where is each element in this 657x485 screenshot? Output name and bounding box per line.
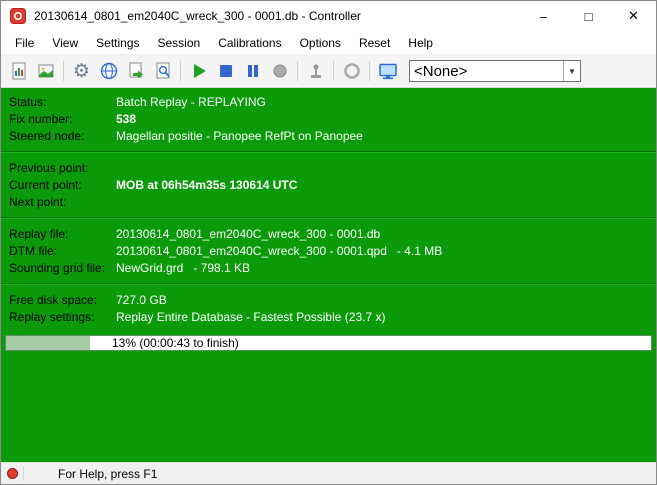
stop-button[interactable] [212,58,239,84]
minimize-button[interactable]: – [521,1,566,31]
replay-file-row: Replay file: 20130614_0801_em2040C_wreck… [1,226,656,243]
record-icon [270,61,290,81]
toolbar-separator [180,61,181,81]
row-label: Sounding grid file: [9,261,116,276]
menu-file[interactable]: File [6,32,43,54]
row-label: Free disk space: [9,293,116,308]
row-label: DTM file: [9,244,116,259]
menu-help[interactable]: Help [399,32,442,54]
current-point-row: Current point: MOB at 06h54m35s 130614 U… [1,177,656,194]
next-point-row: Next point: [1,194,656,211]
navigation-globe-button[interactable] [338,58,365,84]
pause-icon [243,61,263,81]
play-button[interactable] [185,58,212,84]
maximize-button[interactable]: □ [566,1,611,31]
row-label: Previous point: [9,161,116,176]
row-label: Replay settings: [9,310,116,325]
titlebar: 20130614_0801_em2040C_wreck_300 - 0001.d… [1,1,656,31]
monitor-button[interactable] [374,58,401,84]
record-button[interactable] [266,58,293,84]
progress-text: 13% (00:00:43 to finish) [112,337,239,350]
recording-indicator-icon [7,468,18,479]
menu-calibrations[interactable]: Calibrations [209,32,290,54]
chevron-down-icon[interactable]: ▼ [563,61,580,81]
fix-number-row: Fix number: 538 [1,111,656,128]
joystick-button[interactable] [302,58,329,84]
close-button[interactable]: ✕ [611,1,656,31]
row-label: Replay file: [9,227,116,242]
toolbar-separator [333,61,334,81]
progress-fill [6,336,90,350]
status-panel: Status: Batch Replay - REPLAYING Fix num… [1,88,656,462]
row-label: Status: [9,95,116,110]
status-indicator-cell [1,468,23,479]
play-icon [189,61,209,81]
separator [1,151,656,153]
online-globe-icon [99,61,119,81]
menu-reset[interactable]: Reset [350,32,399,54]
menu-settings[interactable]: Settings [87,32,148,54]
row-value: MOB at 06h54m35s 130614 UTC [116,178,297,193]
row-value: 20130614_0801_em2040C_wreck_300 - 0001.q… [116,244,442,259]
separator [1,283,656,285]
menu-session[interactable]: Session [149,32,210,54]
session-report-icon [9,61,29,81]
app-icon [10,8,26,24]
row-value: Batch Replay - REPLAYING [116,95,266,110]
menu-view[interactable]: View [43,32,87,54]
row-label: Next point: [9,195,116,210]
sounding-grid-file-row: Sounding grid file: NewGrid.grd - 798.1 … [1,260,656,277]
pause-button[interactable] [239,58,266,84]
row-value: 20130614_0801_em2040C_wreck_300 - 0001.d… [116,227,380,242]
toolbar-separator [63,61,64,81]
online-button[interactable] [95,58,122,84]
replay-progress-bar: 13% (00:00:43 to finish) [5,335,652,351]
toolbar-separator [297,61,298,81]
joystick-icon [306,61,326,81]
display-dropdown-value: <None> [410,63,563,80]
free-disk-space-row: Free disk space: 727.0 GB [1,292,656,309]
settings-gear-icon: ⚙ [73,62,90,81]
display-layout-icon [36,61,56,81]
statusbar-help-text: For Help, press F1 [24,467,157,481]
row-label: Current point: [9,178,116,193]
separator [1,217,656,219]
monitor-icon [378,61,398,81]
previous-point-row: Previous point: [1,160,656,177]
statusbar: For Help, press F1 [1,462,656,484]
steered-node-row: Steered node: Magellan positie - Panopee… [1,128,656,145]
row-value: 538 [116,112,136,127]
display-dropdown[interactable]: <None> ▼ [409,60,581,82]
replay-info-group: Free disk space: 727.0 GB Replay setting… [1,286,656,331]
files-group: Replay file: 20130614_0801_em2040C_wreck… [1,220,656,282]
row-value: Magellan positie - Panopee RefPt on Pano… [116,129,363,144]
navigation-globe-icon [342,61,362,81]
database-search-icon [153,61,173,81]
display-layout-button[interactable] [32,58,59,84]
window-title: 20130614_0801_em2040C_wreck_300 - 0001.d… [34,9,521,23]
replay-export-button[interactable] [122,58,149,84]
row-label: Steered node: [9,129,116,144]
toolbar-separator [369,61,370,81]
row-value: NewGrid.grd - 798.1 KB [116,261,250,276]
replay-settings-row: Replay settings: Replay Entire Database … [1,309,656,326]
toolbar: ⚙ [1,55,656,88]
row-value: 727.0 GB [116,293,167,308]
status-group: Status: Batch Replay - REPLAYING Fix num… [1,88,656,150]
row-value: Replay Entire Database - Fastest Possibl… [116,310,385,325]
menubar: File View Settings Session Calibrations … [1,31,656,55]
menu-options[interactable]: Options [291,32,350,54]
controller-window: 20130614_0801_em2040C_wreck_300 - 0001.d… [0,0,657,485]
row-label: Fix number: [9,112,116,127]
status-row: Status: Batch Replay - REPLAYING [1,94,656,111]
database-search-button[interactable] [149,58,176,84]
dtm-file-row: DTM file: 20130614_0801_em2040C_wreck_30… [1,243,656,260]
session-report-button[interactable] [5,58,32,84]
settings-button[interactable]: ⚙ [68,58,95,84]
replay-export-icon [126,61,146,81]
points-group: Previous point: Current point: MOB at 06… [1,154,656,216]
stop-icon [216,61,236,81]
